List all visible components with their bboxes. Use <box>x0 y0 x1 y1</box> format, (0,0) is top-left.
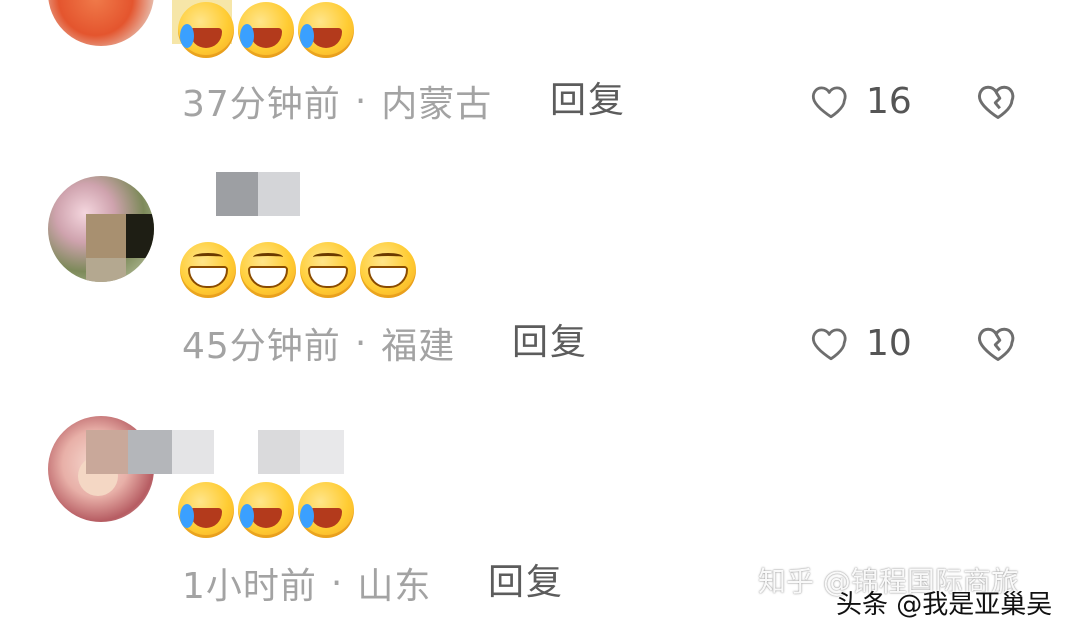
avatar-mosaic <box>86 258 126 282</box>
like-button[interactable]: 10 <box>810 318 912 368</box>
comment-location: 福建 <box>381 326 456 367</box>
grin-emoji-icon <box>240 242 296 298</box>
username-blurred <box>258 172 300 216</box>
comment-time: 1小时前 <box>182 566 317 607</box>
heart-outline-icon <box>811 86 847 119</box>
avatar[interactable] <box>48 176 154 282</box>
laugh-cry-emoji-icon <box>178 2 234 58</box>
comment-emoji-row <box>178 482 354 538</box>
grin-emoji-icon <box>300 242 356 298</box>
username-blurred <box>258 430 300 474</box>
reply-button[interactable]: 回复 <box>550 76 626 126</box>
comment-meta: 1小时前 · 山东 <box>182 558 431 608</box>
broken-heart-icon[interactable] <box>976 321 1020 365</box>
comment-meta: 37分钟前 · 内蒙古 <box>182 76 492 126</box>
heart-outline-icon <box>811 328 847 361</box>
reply-button[interactable]: 回复 <box>488 558 564 608</box>
like-count: 16 <box>866 80 912 122</box>
comment-time: 37分钟前 <box>182 84 341 125</box>
broken-heart-icon[interactable] <box>976 79 1020 123</box>
username-blurred <box>86 430 128 474</box>
grin-emoji-icon <box>180 242 236 298</box>
comment-location: 内蒙古 <box>381 84 493 125</box>
laugh-cry-emoji-icon <box>178 482 234 538</box>
comment-emoji-row <box>180 242 416 298</box>
username-blurred <box>128 430 172 474</box>
toutiao-watermark: 头条 @我是亚巢吴 <box>836 590 1053 620</box>
username-blurred <box>216 172 258 216</box>
comment-list-screen: 37分钟前 · 内蒙古 回复 16 45分钟前 · 福建 回复 10 1小时前 … <box>0 0 1080 630</box>
laugh-cry-emoji-icon <box>298 2 354 58</box>
reply-button[interactable]: 回复 <box>512 318 588 368</box>
meta-separator: · <box>354 80 368 122</box>
avatar[interactable] <box>48 0 154 46</box>
comment-location: 山东 <box>357 566 432 607</box>
username-blurred <box>300 430 344 474</box>
comment-meta: 45分钟前 · 福建 <box>182 318 455 368</box>
grin-emoji-icon <box>360 242 416 298</box>
comment-time: 45分钟前 <box>182 326 341 367</box>
like-button[interactable]: 16 <box>810 76 912 126</box>
username-blurred <box>172 430 214 474</box>
laugh-cry-emoji-icon <box>298 482 354 538</box>
laugh-cry-emoji-icon <box>238 482 294 538</box>
meta-separator: · <box>354 322 368 364</box>
laugh-cry-emoji-icon <box>238 2 294 58</box>
meta-separator: · <box>330 562 344 604</box>
avatar-mosaic <box>126 214 154 258</box>
comment-emoji-row <box>178 2 354 58</box>
avatar-mosaic <box>86 214 126 258</box>
like-count: 10 <box>866 322 912 364</box>
